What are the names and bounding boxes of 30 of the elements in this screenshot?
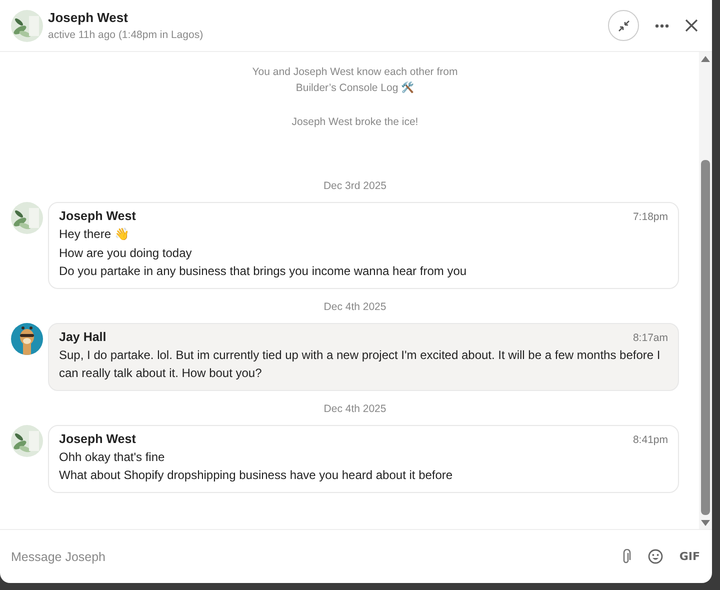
message-text: Sup, I do partake. lol. But im currently tied up with a new project I'm excited about. It will be a few months before I can really talk about it. How bout you?	[59, 346, 662, 382]
gif-button[interactable]: GIF	[679, 550, 700, 563]
contact-name: Joseph West	[48, 10, 129, 25]
message-text: How are you doing today	[59, 244, 193, 262]
minimize-button[interactable]	[608, 10, 639, 41]
emoji-icon[interactable]	[648, 549, 664, 564]
date-divider: Dec 4th 2025	[322, 300, 388, 312]
message-text: Ohh okay that's fine	[59, 448, 166, 466]
message-text: Hey there 👋	[59, 226, 130, 243]
more-icon[interactable]	[655, 24, 669, 28]
contact-status: active 11h ago (1:48pm in Lagos)	[48, 29, 204, 41]
collapse-icon	[616, 18, 630, 32]
message-time: 8:41pm	[632, 434, 668, 446]
sender-name: Joseph West	[59, 432, 136, 446]
date-divider: Dec 4th 2025	[322, 402, 388, 414]
message-text: Do you partake in any business that brings you income wanna hear from you	[59, 263, 468, 280]
message-time: 8:17am	[632, 332, 668, 344]
close-icon[interactable]	[685, 19, 698, 32]
message-field[interactable]: Message Joseph	[11, 550, 606, 564]
sender-name: Joseph West	[59, 209, 136, 223]
sender-name: Jay Hall	[59, 330, 106, 344]
system-message: Joseph West broke the ice!	[292, 115, 418, 130]
message-text: What about Shopify dropshipping business have you heard about it before	[59, 467, 454, 484]
message-time: 7:18pm	[632, 211, 668, 223]
date-divider: Dec 3rd 2025	[322, 180, 388, 192]
scroll-down-icon[interactable]	[701, 520, 710, 526]
paperclip-icon[interactable]	[622, 548, 632, 564]
system-message: You and Joseph West know each other from Builder’s Console Log 🛠	[252, 65, 458, 96]
scroll-up-icon[interactable]	[701, 56, 710, 62]
scrollbar[interactable]	[699, 52, 712, 529]
